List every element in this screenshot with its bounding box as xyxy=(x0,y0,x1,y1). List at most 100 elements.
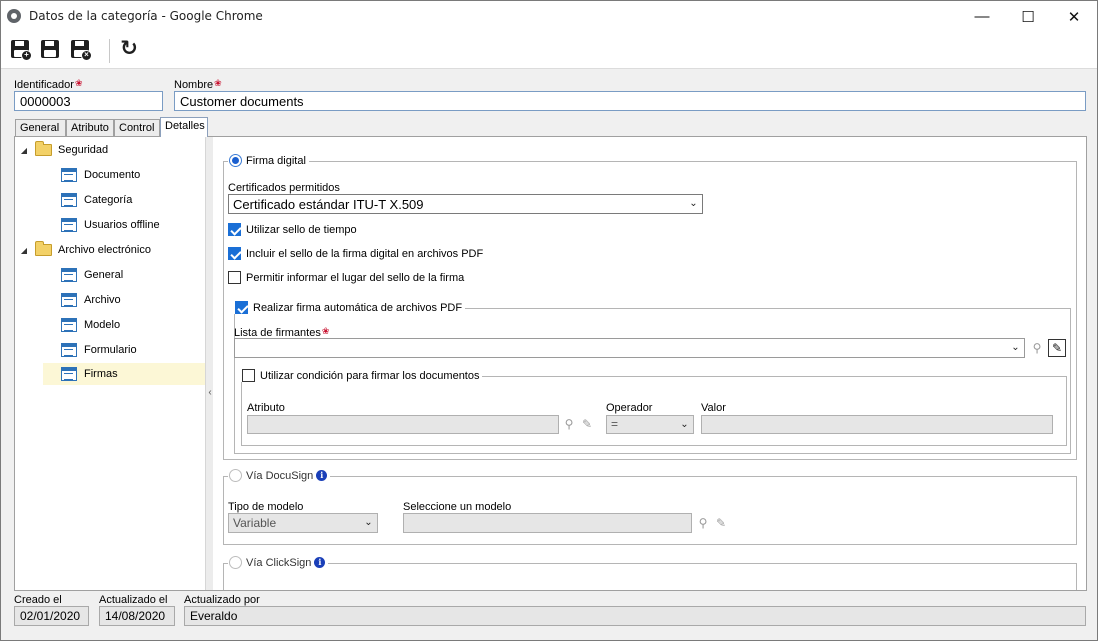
collapse-arrow-icon[interactable]: ◢ xyxy=(19,146,29,155)
modelo-input[interactable] xyxy=(403,513,692,533)
tree-item-label: Formulario xyxy=(84,344,137,356)
clicksign-radio[interactable] xyxy=(229,556,242,569)
chevron-down-icon[interactable]: ⌄ xyxy=(1007,339,1024,357)
minimize-button[interactable]: — xyxy=(959,1,1005,32)
timestamp-option[interactable]: Utilizar sello de tiempo xyxy=(228,223,357,236)
condition-checkbox[interactable] xyxy=(242,369,255,382)
tree-item-label: General xyxy=(84,269,124,281)
docusign-option[interactable]: Vía DocuSign i xyxy=(228,469,331,482)
tab-control[interactable]: Control xyxy=(114,119,160,136)
save-button[interactable] xyxy=(39,38,63,62)
value-input[interactable] xyxy=(701,415,1053,434)
required-icon: ❀ xyxy=(321,326,330,336)
created-field: 02/01/2020 xyxy=(14,606,89,626)
condition-group xyxy=(241,376,1067,446)
timestamp-label: Utilizar sello de tiempo xyxy=(246,223,357,236)
tree-item-modelo[interactable]: Modelo xyxy=(61,314,120,336)
tree-group-seguridad[interactable]: ◢ Seguridad xyxy=(19,139,108,161)
chrome-icon xyxy=(7,9,21,23)
op-label: Operador xyxy=(606,402,653,414)
tree-item-firmas[interactable]: Firmas xyxy=(43,363,205,385)
stamp-place-checkbox[interactable] xyxy=(228,271,241,284)
window-title: Datos de la categoría - Google Chrome xyxy=(29,9,263,23)
updated-by-field: Everaldo xyxy=(184,606,1086,626)
save-new-button[interactable]: + xyxy=(9,38,33,62)
save-icon xyxy=(41,40,59,58)
clicksign-option[interactable]: Vía ClickSign i xyxy=(228,556,329,569)
close-button[interactable]: ✕ xyxy=(1051,1,1097,32)
updated-field: 14/08/2020 xyxy=(99,606,175,626)
certs-select[interactable]: Certificado estándar ITU-T X.509 ⌄ xyxy=(228,194,703,214)
tab-atributo[interactable]: Atributo xyxy=(66,119,114,136)
plus-badge-icon: + xyxy=(21,50,32,61)
form-icon xyxy=(61,268,77,282)
info-icon[interactable]: i xyxy=(316,470,328,481)
pdf-stamp-option[interactable]: Incluir el sello de la firma digital en … xyxy=(228,247,483,260)
tree-item-label: Usuarios offline xyxy=(84,219,160,231)
firma-digital-radio[interactable] xyxy=(229,154,242,167)
name-label-text: Nombre xyxy=(174,79,214,91)
title-bar: Datos de la categoría - Google Chrome — … xyxy=(1,1,1097,32)
tree-item-usuarios-offline[interactable]: Usuarios offline xyxy=(61,214,160,236)
search-icon[interactable]: ⚲ xyxy=(561,416,577,432)
folder-icon xyxy=(35,241,52,256)
required-icon: ❀ xyxy=(214,78,222,88)
op-select[interactable]: = ⌄ xyxy=(606,415,694,434)
tree-item-archivo[interactable]: Archivo xyxy=(61,289,121,311)
tree-item-categoria[interactable]: Categoría xyxy=(61,189,132,211)
chevron-down-icon[interactable]: ⌄ xyxy=(360,514,377,532)
binoculars-icon[interactable]: ⚲ xyxy=(1029,340,1045,356)
signature-settings: Firma digital Certificados permitidos Ce… xyxy=(213,137,1086,590)
collapse-arrow-icon[interactable]: ◢ xyxy=(19,246,29,255)
name-label: Nombre❀ xyxy=(174,78,222,91)
info-icon[interactable]: i xyxy=(314,557,326,568)
form-icon xyxy=(61,318,77,332)
clear-icon[interactable]: ✎ xyxy=(713,515,729,531)
tipo-modelo-select[interactable]: Variable ⌄ xyxy=(228,513,378,533)
auto-sign-checkbox[interactable] xyxy=(235,301,248,314)
docusign-radio[interactable] xyxy=(229,469,242,482)
tree-group-label: Seguridad xyxy=(58,144,109,156)
id-label: Identificador❀ xyxy=(14,78,82,91)
maximize-button[interactable]: ☐ xyxy=(1005,1,1051,32)
search-icon[interactable]: ⚲ xyxy=(695,515,711,531)
auto-sign-option[interactable]: Realizar firma automática de archivos PD… xyxy=(234,301,466,314)
tree-item-formulario[interactable]: Formulario xyxy=(61,339,137,361)
save-close-button[interactable]: × xyxy=(69,38,93,62)
timestamp-checkbox[interactable] xyxy=(228,223,241,236)
stamp-place-option[interactable]: Permitir informar el lugar del sello de … xyxy=(228,271,464,284)
tab-general[interactable]: General xyxy=(15,119,66,136)
firma-digital-label: Firma digital xyxy=(246,154,306,167)
tree-item-label: Archivo xyxy=(84,294,121,306)
form-icon xyxy=(61,293,77,307)
tree-item-general[interactable]: General xyxy=(61,264,123,286)
app-window: Datos de la categoría - Google Chrome — … xyxy=(0,0,1098,641)
form-icon xyxy=(61,367,77,381)
clear-icon[interactable]: ✎ xyxy=(579,416,595,432)
tree-item-documento[interactable]: Documento xyxy=(61,164,140,186)
chevron-down-icon[interactable]: ⌄ xyxy=(676,416,693,433)
status-bar: Creado el 02/01/2020 Actualizado el 14/0… xyxy=(1,591,1097,640)
tree-item-label: Modelo xyxy=(84,319,121,331)
firma-digital-option[interactable]: Firma digital xyxy=(228,154,309,167)
signers-select[interactable]: ⌄ xyxy=(234,338,1025,358)
tab-detalles[interactable]: Detalles xyxy=(160,117,208,137)
refresh-button[interactable]: ↻ xyxy=(117,38,141,62)
attr-label: Atributo xyxy=(247,402,285,414)
tree-group-archivo-electronico[interactable]: ◢ Archivo electrónico xyxy=(19,239,151,261)
docusign-group xyxy=(223,476,1077,545)
updated-by-label: Actualizado por xyxy=(184,594,260,606)
pdf-stamp-checkbox[interactable] xyxy=(228,247,241,260)
condition-option[interactable]: Utilizar condición para firmar los docum… xyxy=(241,369,483,382)
eraser-icon[interactable]: ✎ xyxy=(1048,339,1066,357)
close-badge-icon: × xyxy=(81,50,92,61)
stamp-place-label: Permitir informar el lugar del sello de … xyxy=(246,271,465,284)
tree-group-label: Archivo electrónico xyxy=(58,244,151,256)
tree-splitter[interactable]: ‹ xyxy=(205,137,213,590)
attr-input[interactable] xyxy=(247,415,559,434)
name-field[interactable]: Customer documents xyxy=(174,91,1086,111)
id-field[interactable]: 0000003 xyxy=(14,91,163,111)
form-icon xyxy=(61,193,77,207)
chevron-down-icon[interactable]: ⌄ xyxy=(685,195,702,213)
category-tree: ◢ Seguridad Documento Categoría Usuarios… xyxy=(15,137,205,590)
